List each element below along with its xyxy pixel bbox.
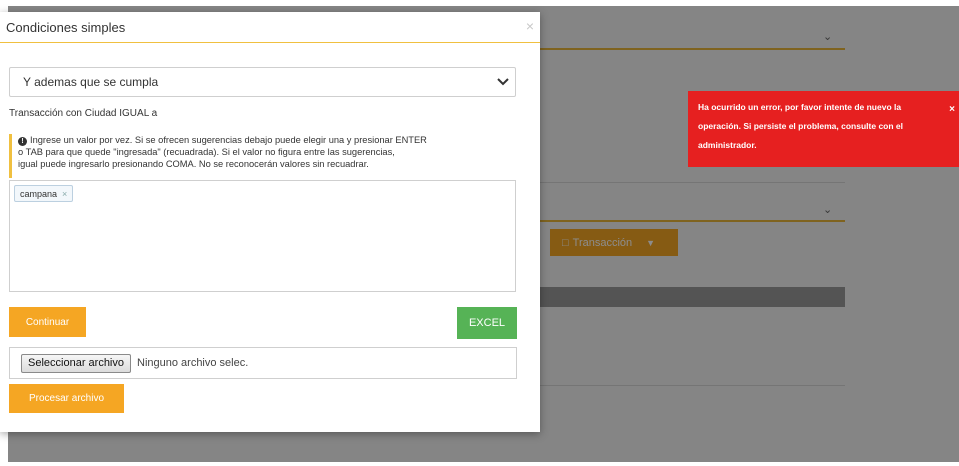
error-toast: Ha ocurrido un error, por favor intente … xyxy=(688,91,959,167)
hint-line-2: o TAB para que quede "ingresada" (recuad… xyxy=(18,147,395,157)
selected-file-name: Ninguno archivo selec. xyxy=(137,357,249,369)
toast-line: operación. Si persiste el problema, cons… xyxy=(698,121,904,131)
condition-label: Transacción con Ciudad IGUAL a xyxy=(9,108,158,119)
info-icon: ! xyxy=(18,137,27,146)
input-hint: ! Ingrese un valor por vez. Si se ofrecen… xyxy=(9,134,516,178)
condition-select[interactable]: Y ademas que se cumpla xyxy=(9,67,516,97)
toast-line: administrador. xyxy=(698,140,757,150)
value-tag-label: campana xyxy=(20,188,58,199)
process-file-button[interactable]: Procesar archivo xyxy=(9,384,124,413)
conditions-modal: Condiciones simples × Y ademas que se cu… xyxy=(0,12,540,432)
toast-close-icon[interactable]: × xyxy=(949,100,955,119)
screen: ⌄ ⌄ □ Transacción ▼ Ha ocurrido un error… xyxy=(0,0,959,466)
remove-tag-icon[interactable]: × xyxy=(62,189,67,199)
excel-button[interactable]: EXCEL xyxy=(457,307,517,339)
values-tag-input[interactable]: campana × xyxy=(9,180,516,292)
file-input: Seleccionar archivo Ninguno archivo sele… xyxy=(9,347,517,379)
toast-line: Ha ocurrido un error, por favor intente … xyxy=(698,102,902,112)
value-tag: campana × xyxy=(14,185,74,202)
select-file-button[interactable]: Seleccionar archivo xyxy=(21,353,131,373)
modal-title: Condiciones simples xyxy=(6,20,126,35)
chevron-down-icon xyxy=(497,78,509,86)
condition-select-value: Y ademas que se cumpla xyxy=(23,75,159,89)
modal-close-icon[interactable]: × xyxy=(526,18,534,34)
modal-header: Condiciones simples × xyxy=(0,12,540,43)
hint-line-1: ! Ingrese un valor por vez. Si se ofrecen… xyxy=(18,134,516,146)
hint-text-1: Ingrese un valor por vez. Si se ofrecen … xyxy=(30,135,427,145)
hint-line-3: igual puede ingresarlo presionando COMA.… xyxy=(18,159,369,169)
continue-button[interactable]: Continuar xyxy=(9,307,86,337)
